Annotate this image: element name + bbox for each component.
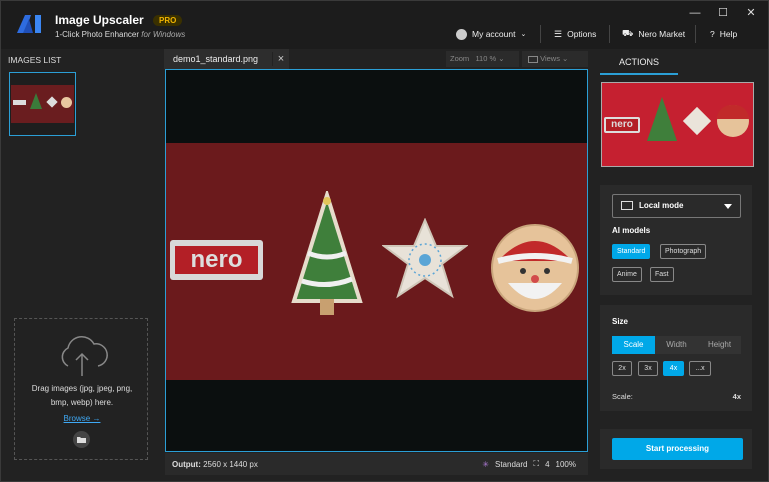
preview-thumbnail: nero xyxy=(601,82,754,167)
nero-logo-cookie: nero xyxy=(175,246,258,274)
app-subtitle: 1-Click Photo Enhancer for Windows xyxy=(55,30,186,39)
ai-models-label: AI models xyxy=(612,226,651,235)
status-model: Standard xyxy=(495,459,528,469)
output-size: Output: 2560 x 1440 px xyxy=(172,460,258,469)
status-scale: 4 xyxy=(545,459,550,469)
close-tab-icon[interactable]: × xyxy=(272,52,289,66)
status-right: ✳ Standard ⛶ 4 100% xyxy=(482,459,576,469)
help-button[interactable]: ? Help xyxy=(710,27,737,41)
laptop-icon xyxy=(621,201,633,210)
pro-badge: PRO xyxy=(153,15,183,26)
size-mode-tabs: Scale Width Height xyxy=(612,336,741,354)
status-bar: Output: 2560 x 1440 px ✳ Standard ⛶ 4 10… xyxy=(165,453,588,475)
size-panel: Size Scale Width Height 2x 3x 4x ...x Sc… xyxy=(600,305,752,411)
avatar xyxy=(456,28,467,40)
caret-down-icon xyxy=(724,204,732,209)
minimize-button[interactable]: — xyxy=(682,5,708,21)
chevron-down-icon: ⌄ xyxy=(520,31,527,38)
model-panel: Local mode AI models Standard Photograph… xyxy=(600,185,752,295)
scale-icon: ⛶ xyxy=(533,459,540,468)
scale-2x-button[interactable]: 2x xyxy=(612,361,632,376)
zoom-dropdown[interactable]: Zoom 110 % ⌄ xyxy=(446,51,519,67)
size-label: Size xyxy=(612,317,629,326)
tab-scale[interactable]: Scale xyxy=(612,336,655,354)
close-button[interactable]: ✕ xyxy=(738,5,764,21)
tab-width[interactable]: Width xyxy=(655,336,698,354)
model-anime-chip[interactable]: Anime xyxy=(612,267,642,282)
star-cookie xyxy=(382,218,468,299)
account-menu[interactable]: My account ⌄ xyxy=(456,27,526,41)
browse-link[interactable]: Browse → xyxy=(15,414,149,423)
nero-market-button[interactable]: ⛟ Nero Market xyxy=(622,27,685,41)
drop-instructions: Drag images (jpg, jpeg, png, bmp, webp) … xyxy=(31,384,133,407)
folder-icon xyxy=(77,437,86,443)
title-bar: Image Upscaler PRO 1-Click Photo Enhance… xyxy=(1,1,768,49)
model-standard-chip[interactable]: Standard xyxy=(612,244,651,259)
tree-cookie xyxy=(291,191,363,315)
tab-height[interactable]: Height xyxy=(698,336,741,354)
model-photograph-chip[interactable]: Photograph xyxy=(660,244,707,259)
ai-logo-icon xyxy=(17,15,41,33)
model-icon: ✳ xyxy=(482,459,489,469)
santa-cookie xyxy=(491,224,579,312)
scale-4x-button[interactable]: 4x xyxy=(663,361,684,376)
views-dropdown[interactable]: Views ⌄ xyxy=(522,51,588,67)
image-thumbnail[interactable] xyxy=(9,72,76,136)
views-icon xyxy=(528,55,538,63)
mode-dropdown[interactable]: Local mode xyxy=(612,194,741,218)
start-processing-button[interactable]: Start processing xyxy=(612,438,743,460)
image-tab[interactable]: demo1_standard.png × xyxy=(164,49,289,69)
sliders-icon: ☰ xyxy=(554,28,563,39)
app-title: Image Upscaler xyxy=(55,13,144,27)
tab-actions[interactable]: ACTIONS xyxy=(600,55,678,75)
image-viewer[interactable]: nero xyxy=(165,69,588,452)
scale-3x-button[interactable]: 3x xyxy=(638,361,658,376)
cart-icon: ⛟ xyxy=(622,28,634,38)
question-icon: ? xyxy=(710,29,715,39)
app-window: Image Upscaler PRO 1-Click Photo Enhance… xyxy=(0,0,769,482)
thumbnail-image xyxy=(11,85,74,123)
cloud-upload-icon xyxy=(61,336,108,376)
preview-photo: nero xyxy=(166,143,587,380)
options-button[interactable]: ☰ Options xyxy=(554,27,596,41)
scale-readout: Scale: 4x xyxy=(612,392,741,401)
folder-button[interactable] xyxy=(73,431,90,448)
drop-zone[interactable]: Drag images (jpg, jpeg, png, bmp, webp) … xyxy=(14,318,148,460)
images-list-header: IMAGES LIST xyxy=(8,55,62,65)
images-list-panel: IMAGES LIST Drag images (jpg, jpeg, png,… xyxy=(1,49,161,481)
tab-label: demo1_standard.png xyxy=(173,54,259,64)
actions-panel: ACTIONS nero Local mode AI models Standa… xyxy=(591,49,768,481)
maximize-button[interactable]: ☐ xyxy=(710,5,736,21)
image-tab-bar: demo1_standard.png × Zoom 110 % ⌄ Views … xyxy=(164,49,588,69)
scale-custom-button[interactable]: ...x xyxy=(689,361,711,376)
model-fast-chip[interactable]: Fast xyxy=(650,267,674,282)
status-zoom: 100% xyxy=(555,459,576,469)
